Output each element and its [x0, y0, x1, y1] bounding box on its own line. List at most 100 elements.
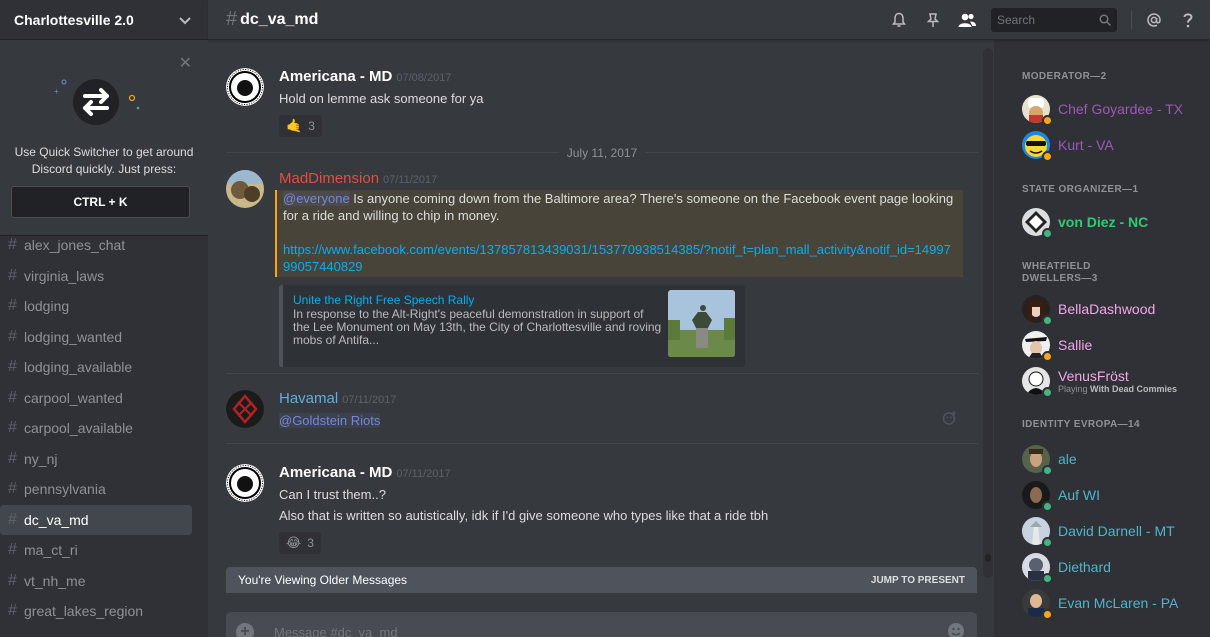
member-item[interactable]: von Diez - NC [994, 204, 1210, 240]
message-header: Americana - MD 07/11/2017 [279, 464, 979, 482]
embed-description: In response to the Alt-Right's peaceful … [293, 307, 662, 347]
hash-icon: # [8, 480, 17, 498]
member-name: Diethard [1058, 559, 1111, 575]
header-divider [1131, 10, 1132, 30]
older-messages-bar: You're Viewing Older Messages JUMP TO PR… [226, 567, 977, 593]
search-input[interactable] [997, 13, 1087, 27]
avatar [1022, 331, 1053, 362]
message-scrollbar[interactable] [983, 48, 993, 578]
message-content: Is anyone coming down from the Baltimore… [283, 191, 954, 223]
status-idle-icon [1042, 351, 1053, 362]
reaction-count: 3 [308, 119, 315, 133]
channel-carpool-wanted[interactable]: # carpool_wanted [0, 383, 192, 414]
add-reaction-icon[interactable] [942, 410, 958, 426]
author-name[interactable]: Americana - MD [279, 68, 392, 85]
member-name: ale [1058, 451, 1077, 467]
status-idle-icon [1042, 115, 1053, 126]
hash-icon: # [8, 571, 17, 589]
timestamp: 07/11/2017 [383, 174, 438, 186]
server-header[interactable]: Charlottesville 2.0 [0, 0, 208, 40]
embed-thumbnail[interactable] [668, 290, 735, 357]
channel-lodging[interactable]: # lodging [0, 291, 192, 322]
message-body: Havamal 07/11/2017 @Goldstein Riots [279, 390, 979, 429]
search-box[interactable] [991, 8, 1117, 32]
member-item[interactable]: Sallie [994, 327, 1210, 363]
channel-alex-jones-chat[interactable]: # alex_jones_chat [0, 230, 192, 261]
avatar [1022, 589, 1053, 620]
pin-icon[interactable] [923, 10, 943, 30]
channel-label: lodging_wanted [24, 328, 123, 345]
message-link[interactable]: https://www.facebook.com/events/13785781… [283, 242, 951, 274]
reaction[interactable]: 😂 3 [279, 532, 321, 554]
scroll-thumb[interactable] [985, 554, 991, 562]
activity-prefix: Playing [1058, 383, 1091, 394]
message-header: Americana - MD 07/08/2017 [279, 68, 979, 86]
author-name[interactable]: Americana - MD [279, 464, 392, 481]
status-idle-icon [1042, 609, 1053, 620]
avatar[interactable] [226, 68, 264, 106]
channel-lodging-wanted[interactable]: # lodging_wanted [0, 322, 192, 353]
member-list-icon[interactable] [957, 10, 977, 30]
quick-switcher-line1: Use Quick Switcher to get around [14, 145, 194, 159]
channel-virginia-laws[interactable]: # virginia_laws [0, 261, 192, 292]
channel-label: lodging_available [24, 359, 133, 376]
member-item[interactable]: BellaDashwood [994, 291, 1210, 327]
member-item[interactable]: David Darnell - MT [994, 513, 1210, 549]
channel-pennsylvania[interactable]: # pennsylvania [0, 474, 192, 505]
bell-icon[interactable] [889, 10, 909, 30]
server-name: Charlottesville 2.0 [14, 11, 134, 28]
channel-sidebar: Charlottesville 2.0 ✕ + Use Quick Switch… [0, 0, 208, 637]
channel-lodging-available[interactable]: # lodging_available [0, 352, 192, 383]
status-online-icon [1042, 387, 1053, 398]
avatar [1022, 553, 1053, 584]
jump-to-present-button[interactable]: JUMP TO PRESENT [871, 575, 965, 586]
member-list: MODERATOR—2 Chef Goyardee - TX Kurt - VA… [994, 40, 1210, 637]
mention[interactable]: @Goldstein Riots [279, 413, 381, 428]
reaction[interactable]: 🤙 3 [279, 115, 322, 137]
embed-title[interactable]: Unite the Right Free Speech Rally [293, 293, 474, 307]
author-name[interactable]: MadDimension [279, 170, 379, 187]
hash-icon: # [8, 449, 17, 467]
message-link-line: https://www.facebook.com/events/13785781… [283, 241, 955, 277]
message-input[interactable] [274, 624, 914, 637]
member-item[interactable]: Auf WI [994, 477, 1210, 513]
member-item[interactable]: Kurt - VA [994, 127, 1210, 163]
hash-icon: # [8, 358, 17, 376]
message-group: Havamal 07/11/2017 @Goldstein Riots [226, 390, 978, 440]
help-icon[interactable] [1178, 10, 1198, 30]
older-messages-text: You're Viewing Older Messages [238, 573, 408, 587]
channel-great-lakes-region[interactable]: # great_lakes_region [0, 596, 192, 627]
timestamp: 07/11/2017 [342, 394, 397, 406]
laughing-emoji-icon: 😂 [286, 535, 302, 550]
channel-vt-nh-me[interactable]: # vt_nh_me [0, 566, 192, 597]
avatar [1022, 208, 1053, 239]
member-item[interactable]: VenusFröst Playing With Dead Commies [994, 363, 1210, 399]
channel-carpool-available[interactable]: # carpool_available [0, 413, 192, 444]
hash-icon: # [8, 541, 17, 559]
channel-label: ny_nj [24, 450, 58, 467]
channel-ny-nj[interactable]: # ny_nj [0, 444, 192, 475]
message-text: @everyone Is anyone coming down from the… [283, 190, 955, 224]
avatar[interactable] [226, 390, 264, 428]
member-item[interactable]: Diethard [994, 549, 1210, 585]
channel-label: lodging [24, 298, 70, 315]
avatar[interactable] [226, 464, 264, 502]
message-group: MadDimension 07/11/2017 @everyone Is anyo… [226, 170, 978, 367]
mention[interactable]: @everyone [283, 191, 350, 206]
message-body: Americana - MD 07/11/2017 Can I trust the… [279, 464, 979, 554]
author-name[interactable]: Havamal [279, 390, 338, 407]
mention-icon[interactable] [1144, 10, 1164, 30]
channel-dc-va-md[interactable]: # dc_va_md [0, 504, 192, 535]
member-item[interactable]: Chef Goyardee - TX [994, 91, 1210, 127]
header-toolbar [889, 0, 1210, 40]
upload-plus-icon[interactable]: + [236, 623, 254, 637]
member-item[interactable]: Evan McLaren - PA [994, 585, 1210, 621]
role-header: WHEATFIELD DWELLERS—3 [994, 261, 1210, 285]
member-name: Auf WI [1058, 487, 1101, 503]
avatar[interactable] [226, 170, 264, 208]
channel-ma-ct-ri[interactable]: # ma_ct_ri [0, 535, 192, 566]
emoji-picker-icon[interactable] [947, 622, 965, 637]
close-icon[interactable]: ✕ [179, 56, 192, 72]
message-group: Americana - MD 07/08/2017 Hold on lemme a… [226, 68, 978, 138]
member-item[interactable]: ale [994, 441, 1210, 477]
